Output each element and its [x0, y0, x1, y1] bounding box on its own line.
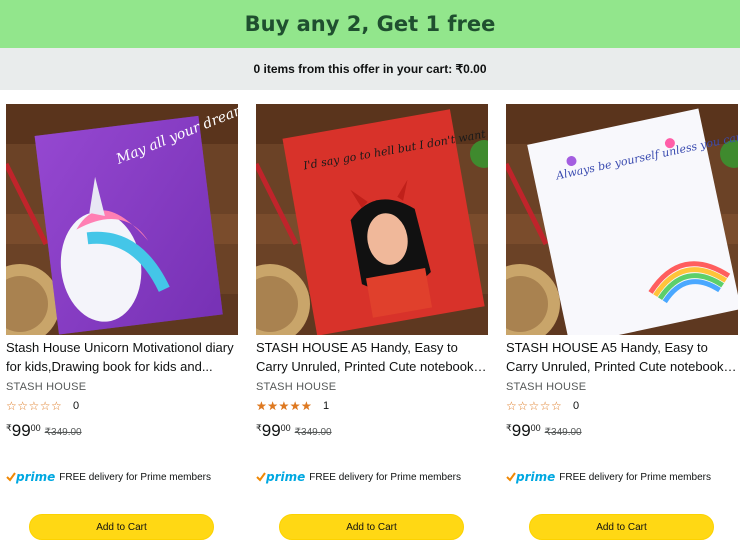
star-rating-icon: ☆☆☆☆☆ ★★★★★	[6, 398, 63, 413]
list-price: ₹349.00	[544, 427, 582, 438]
unicorn-quote-notebook-photo: Always be yourself unless you can be a u…	[506, 104, 738, 335]
price-whole: 99	[511, 421, 531, 440]
offer-cart-summary: 0 items from this offer in your cart: ₹0…	[0, 48, 740, 90]
prime-delivery: prime FREE delivery for Prime members	[6, 470, 211, 484]
rating-count[interactable]: 0	[573, 400, 579, 412]
product-image[interactable]: I'd say go to hell but I don't want to s…	[256, 104, 488, 335]
prime-logo-icon: prime	[506, 470, 555, 484]
list-price: ₹349.00	[294, 427, 332, 438]
price-whole: 99	[261, 421, 281, 440]
product-price: ₹ 99 00 ₹349.00	[506, 421, 582, 440]
product-title-link[interactable]: STASH HOUSE A5 Handy, Easy to Carry Unru…	[506, 338, 738, 376]
offer-title: Buy any 2, Get 1 free	[244, 12, 496, 36]
prime-logo-icon: prime	[6, 470, 55, 484]
price-fraction: 00	[530, 423, 541, 433]
devil-girl-notebook-photo: I'd say go to hell but I don't want to s…	[256, 104, 488, 335]
delivery-text: FREE delivery for Prime members	[59, 471, 211, 483]
add-to-cart-button[interactable]: Add to Cart	[279, 514, 464, 540]
product-card: I'd say go to hell but I don't want to s…	[256, 104, 488, 553]
product-rating[interactable]: ☆☆☆☆☆ ★★★★★ 0	[6, 398, 79, 414]
prime-logo-icon: prime	[256, 470, 305, 484]
add-to-cart-button[interactable]: Add to Cart	[529, 514, 714, 540]
rating-count[interactable]: 0	[73, 400, 79, 412]
product-price: ₹ 99 00 ₹349.00	[256, 421, 332, 440]
star-rating-icon: ☆☆☆☆☆ ★★★★★	[256, 398, 313, 413]
product-rating[interactable]: ☆☆☆☆☆ ★★★★★ 1	[256, 398, 329, 414]
add-to-cart-button[interactable]: Add to Cart	[29, 514, 214, 540]
product-title-link[interactable]: STASH HOUSE A5 Handy, Easy to Carry Unru…	[256, 338, 488, 376]
price-whole: 99	[11, 421, 31, 440]
product-image[interactable]: Always be yourself unless you can be a u…	[506, 104, 738, 335]
prime-delivery: prime FREE delivery for Prime members	[256, 470, 461, 484]
product-rating[interactable]: ☆☆☆☆☆ ★★★★★ 0	[506, 398, 579, 414]
product-title-link[interactable]: Stash House Unicorn Motivationol diary f…	[6, 338, 238, 376]
delivery-text: FREE delivery for Prime members	[309, 471, 461, 483]
cart-summary-text: 0 items from this offer in your cart: ₹0…	[253, 62, 487, 76]
star-rating-icon: ☆☆☆☆☆ ★★★★★	[506, 398, 563, 413]
rating-count[interactable]: 1	[323, 400, 329, 412]
product-price: ₹ 99 00 ₹349.00	[6, 421, 82, 440]
price-fraction: 00	[30, 423, 41, 433]
price-fraction: 00	[280, 423, 291, 433]
product-brand: STASH HOUSE	[6, 381, 87, 393]
product-card: Always be yourself unless you can be a u…	[506, 104, 738, 553]
delivery-text: FREE delivery for Prime members	[559, 471, 711, 483]
product-brand: STASH HOUSE	[506, 381, 587, 393]
offer-banner: Buy any 2, Get 1 free	[0, 0, 740, 48]
list-price: ₹349.00	[44, 427, 82, 438]
unicorn-notebook-photo: May all your dreams come true	[6, 104, 238, 335]
product-card: May all your dreams come true Stash Hous…	[6, 104, 238, 553]
prime-delivery: prime FREE delivery for Prime members	[506, 470, 711, 484]
product-image[interactable]: May all your dreams come true	[6, 104, 238, 335]
product-brand: STASH HOUSE	[256, 381, 337, 393]
